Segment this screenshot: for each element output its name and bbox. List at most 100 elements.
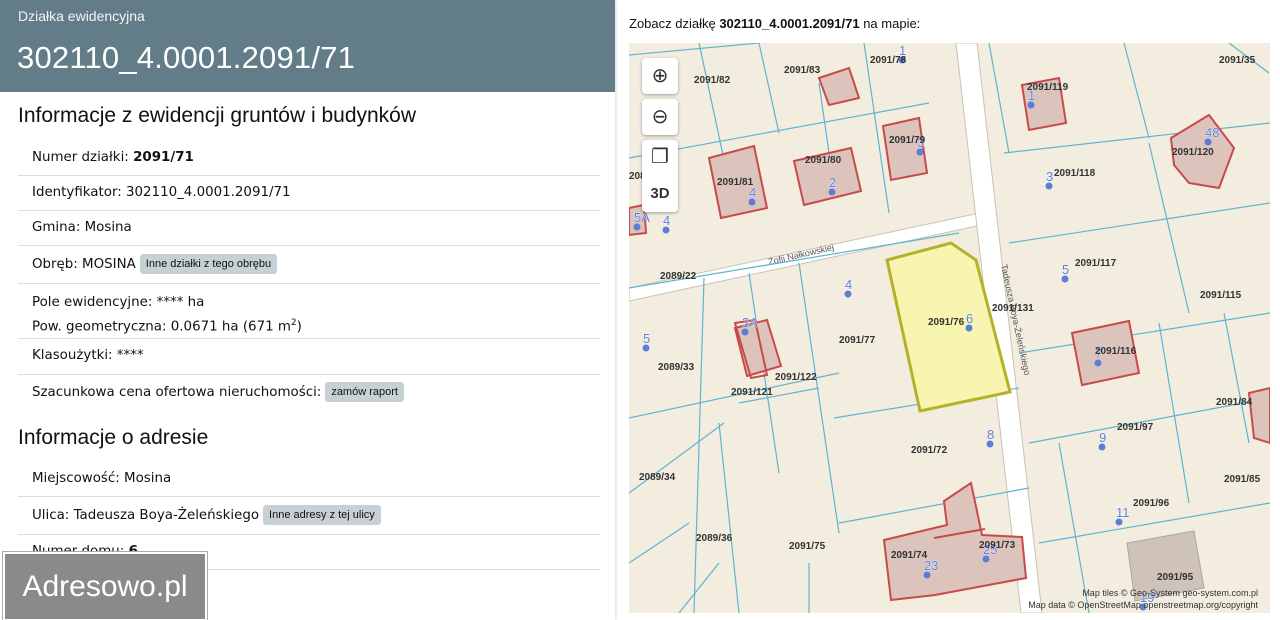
house-number-label: 4 bbox=[663, 213, 670, 228]
house-number-label: 3 bbox=[1046, 169, 1053, 184]
row-gmina: Gmina: Mosina bbox=[18, 211, 600, 246]
row-identyfikator: Identyfikator: 302110_4.0001.2091/71 bbox=[18, 176, 600, 211]
section-heading-land: Informacje z ewidencji gruntów i budynkó… bbox=[18, 104, 417, 127]
house-number-label: 3A bbox=[742, 315, 758, 330]
row-klasouzytki: Klasoużytki: **** bbox=[18, 339, 600, 375]
house-number-label: 9 bbox=[1099, 430, 1106, 445]
map-caption: Zobacz działkę 302110_4.0001.2091/71 na … bbox=[629, 16, 921, 31]
parcel-label: 2091/80 bbox=[805, 155, 842, 166]
house-pin: 6 bbox=[965, 311, 974, 332]
parcel-label: 2091/35 bbox=[1219, 55, 1256, 66]
parcel-label: 2091/84 bbox=[1216, 397, 1253, 408]
row-obreb: Obręb: MOSINA Inne działki z tego obrębu bbox=[18, 246, 600, 284]
house-pin: 4 bbox=[662, 213, 671, 234]
house-number-label: 4 bbox=[845, 277, 852, 292]
parcel-label: 2091/79 bbox=[889, 135, 926, 146]
other-addresses-button[interactable]: Inne adresy z tej ulicy bbox=[263, 505, 381, 525]
miejscowosc-text: Miejscowość: Mosina bbox=[32, 471, 172, 486]
house-pin: 9 bbox=[1098, 430, 1107, 451]
house-pin: 2 bbox=[828, 175, 837, 196]
parcel-label: 2091/116 bbox=[1095, 346, 1137, 357]
klasouzytki-text: Klasoużytki: **** bbox=[32, 348, 144, 363]
parcel-label: 2091/78 bbox=[870, 55, 907, 66]
parcel-map[interactable]: Zofii Nałkowskiej Tadeusza Boya-Żeleński… bbox=[629, 43, 1270, 613]
header-subtitle: Działka ewidencyjna bbox=[18, 8, 145, 24]
house-pin: 5 bbox=[642, 331, 651, 352]
parcel-label: 2091/96 bbox=[1133, 498, 1170, 509]
cena-text: Szacunkowa cena ofertowa nieruchomości: bbox=[32, 385, 322, 400]
pole-text: Pole ewidencyjne: **** ha bbox=[32, 295, 205, 310]
house-number-label: 48 bbox=[1205, 125, 1219, 140]
obreb-text: Obręb: MOSINA bbox=[32, 257, 136, 272]
other-parcels-button[interactable]: Inne działki z tego obrębu bbox=[139, 254, 278, 274]
house-pin: 4 bbox=[748, 185, 757, 206]
parcel-label: 2091/117 bbox=[1075, 258, 1117, 269]
row-miejscowosc: Miejscowość: Mosina bbox=[18, 462, 600, 497]
house-pin: 11 bbox=[1115, 505, 1130, 526]
parcel-label: 2091/97 bbox=[1117, 422, 1154, 433]
map-data-attribution[interactable]: Map data © OpenStreetMap openstreetmap.o… bbox=[1028, 600, 1258, 610]
row-cena: Szacunkowa cena ofertowa nieruchomości: z… bbox=[18, 375, 600, 411]
house-pin: 3 bbox=[1045, 169, 1054, 190]
parcel-label: 2091/131 bbox=[992, 303, 1034, 314]
house-number-label: 5 bbox=[1062, 262, 1069, 277]
house-number-label: 6 bbox=[966, 311, 973, 326]
house-number-label: 5A bbox=[634, 210, 650, 225]
gmina-text: Gmina: Mosina bbox=[32, 220, 132, 235]
layers-button[interactable]: ❐ bbox=[642, 140, 678, 176]
details-panel: Działka ewidencyjna 302110_4.0001.2091/7… bbox=[0, 0, 615, 620]
numer-label: Numer działki: bbox=[32, 150, 129, 165]
parcel-label: 2091/95 bbox=[1157, 572, 1194, 583]
parcel-label: 2091/119 bbox=[1027, 82, 1069, 93]
house-number-label: 8 bbox=[987, 427, 994, 442]
parcel-label: 2091/72 bbox=[911, 445, 948, 456]
parcel-label: 2091/121 bbox=[731, 387, 773, 398]
header: Działka ewidencyjna 302110_4.0001.2091/7… bbox=[0, 0, 615, 92]
three-d-button[interactable]: 3D bbox=[642, 176, 678, 212]
layers-3d-controls: ❐ 3D bbox=[642, 140, 678, 212]
map-caption-parcel: 302110_4.0001.2091/71 bbox=[719, 16, 860, 31]
parcel-label: 2091/77 bbox=[839, 335, 876, 346]
parcel-label: 2091/118 bbox=[1054, 168, 1096, 179]
parcel-label: 2091/74 bbox=[891, 550, 928, 561]
layers-icon: ❐ bbox=[651, 146, 669, 168]
adresowo-logo[interactable]: Adresowo.pl bbox=[3, 552, 207, 620]
zoom-in-button[interactable]: ⊕ bbox=[642, 58, 678, 94]
house-number-label: 11 bbox=[1116, 505, 1130, 520]
building bbox=[817, 66, 861, 107]
identyfikator-text: Identyfikator: 302110_4.0001.2091/71 bbox=[32, 185, 291, 200]
row-powierzchnia: Pole ewidencyjne: **** ha Pow. geometryc… bbox=[18, 284, 600, 339]
row-numer-dzialki: Numer działki: 2091/71 bbox=[18, 141, 600, 176]
parcel-label: 2091/81 bbox=[717, 177, 754, 188]
house-number-label: 2 bbox=[829, 175, 836, 190]
map-tiles-attribution[interactable]: Map tiles © Geo-System geo-system.com.pl bbox=[1082, 588, 1258, 598]
pow-text: Pow. geometryczna: 0.0671 ha (671 m2) bbox=[32, 318, 302, 335]
page-title: 302110_4.0001.2091/71 bbox=[17, 40, 356, 75]
zoom-out-icon: ⊖ bbox=[651, 106, 669, 128]
zoom-in-icon: ⊕ bbox=[651, 65, 669, 87]
parcel-label: 2091/83 bbox=[784, 65, 821, 76]
parcel-label: 2091/85 bbox=[1224, 474, 1261, 485]
zoom-out-button[interactable]: ⊖ bbox=[642, 99, 678, 135]
parcel-label: 2091/76 bbox=[928, 317, 965, 328]
parcel-label: 2089/34 bbox=[639, 472, 676, 483]
parcel-label: 2091/120 bbox=[1172, 147, 1214, 158]
parcel-label: 2091/122 bbox=[775, 372, 817, 383]
ulica-text: Ulica: Tadeusza Boya-Żeleńskiego bbox=[32, 508, 260, 523]
parcel-label: 2091/115 bbox=[1200, 290, 1242, 301]
parcel-label: 2089/33 bbox=[658, 362, 695, 373]
parcel-label: 2089/22 bbox=[660, 271, 697, 282]
numer-value: 2091/71 bbox=[133, 150, 194, 165]
parcel-label: 2091/73 bbox=[979, 540, 1016, 551]
row-ulica: Ulica: Tadeusza Boya-Żeleńskiego Inne adr… bbox=[18, 497, 600, 535]
order-report-button[interactable]: zamów raport bbox=[325, 382, 404, 402]
parcel-label: 2089/36 bbox=[696, 533, 733, 544]
parcel-label: 2091/75 bbox=[789, 541, 826, 552]
house-pin: 4 bbox=[844, 277, 853, 298]
house-pin: 8 bbox=[986, 427, 995, 448]
section-heading-address: Informacje o adresie bbox=[18, 426, 209, 449]
map-canvas[interactable]: Zofii Nałkowskiej Tadeusza Boya-Żeleński… bbox=[629, 43, 1270, 613]
house-number-label: 5 bbox=[643, 331, 650, 346]
house-pin: 5 bbox=[1061, 262, 1070, 283]
parcel-label: 2091/82 bbox=[694, 75, 731, 86]
